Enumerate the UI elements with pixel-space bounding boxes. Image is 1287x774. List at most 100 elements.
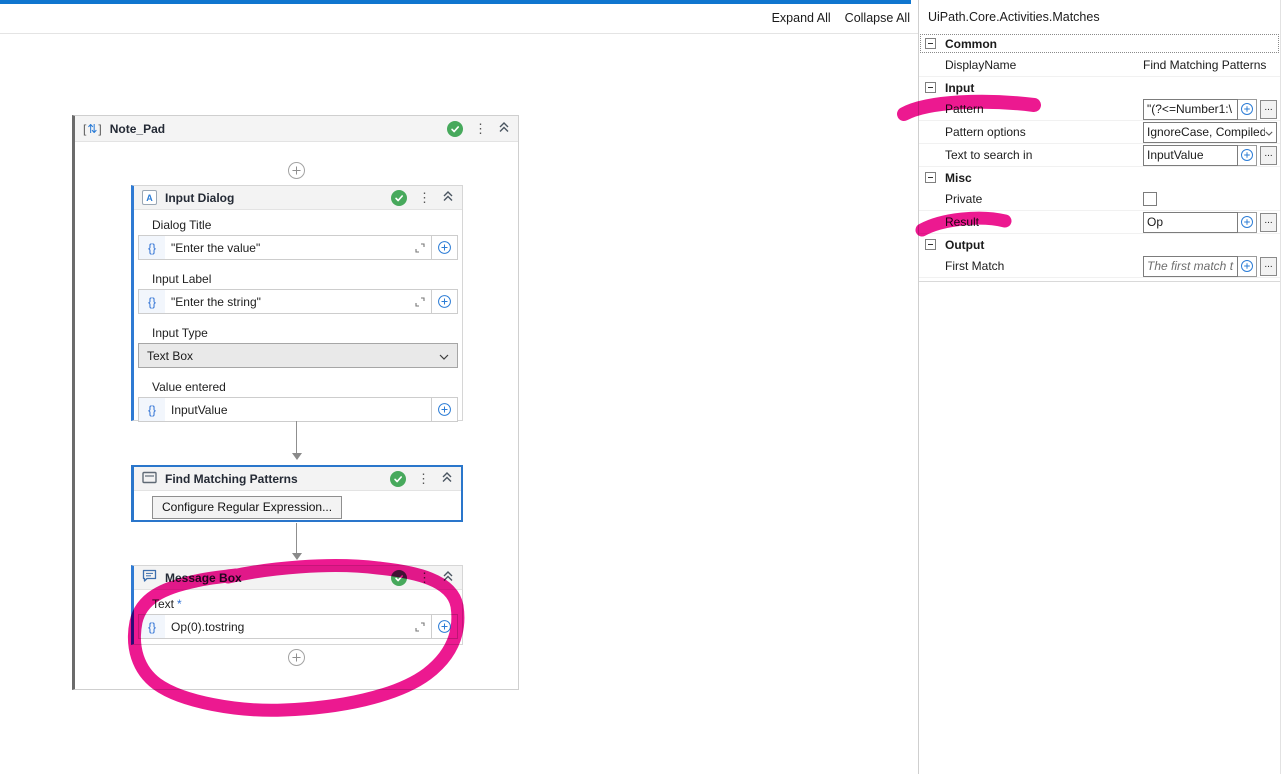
dialog-title-value[interactable]: "Enter the value" xyxy=(165,241,409,255)
expression-braces-icon: {} xyxy=(139,398,165,421)
input-type-dropdown[interactable]: Text Box xyxy=(138,343,458,368)
context-menu-icon[interactable]: ⋮ xyxy=(418,571,431,584)
properties-panel-title: UiPath.Core.Activities.Matches xyxy=(928,10,1100,24)
section-output[interactable]: Output xyxy=(919,234,1280,255)
properties-panel: UiPath.Core.Activities.Matches Common Di… xyxy=(919,0,1280,774)
activity-card-message-box[interactable]: Message Box ⋮ Text * {} Op(0).tostring xyxy=(131,565,463,645)
input-label-label: Input Label xyxy=(152,272,212,286)
open-expression-editor-icon[interactable] xyxy=(409,621,431,632)
matches-activity-icon xyxy=(142,471,157,487)
find-matching-title: Find Matching Patterns xyxy=(165,471,298,486)
collapse-section-icon[interactable] xyxy=(925,82,936,93)
row-private: Private xyxy=(919,188,1280,211)
result-input[interactable]: Op xyxy=(1143,211,1238,233)
first-match-plus-button[interactable] xyxy=(1238,255,1257,277)
panel-right-border xyxy=(1280,0,1281,774)
input-dialog-header[interactable]: A Input Dialog ⋮ xyxy=(134,186,462,210)
pattern-ellipsis-button[interactable]: ... xyxy=(1260,99,1277,119)
open-expression-editor-icon[interactable] xyxy=(409,242,431,253)
validation-check-icon xyxy=(391,189,407,206)
collapse-icon[interactable] xyxy=(441,471,453,486)
properties-bottom-divider xyxy=(919,281,1280,282)
first-match-label: First Match xyxy=(945,259,1005,273)
pattern-options-dropdown[interactable]: IgnoreCase, Compiled xyxy=(1143,121,1277,143)
value-entered-field[interactable]: {} InputValue xyxy=(138,397,458,422)
field-plus-button[interactable] xyxy=(431,615,457,638)
pattern-plus-button[interactable] xyxy=(1238,98,1257,120)
section-output-label: Output xyxy=(945,237,985,252)
value-entered-value[interactable]: InputValue xyxy=(165,403,431,417)
section-misc[interactable]: Misc xyxy=(919,167,1280,188)
collapse-all-button[interactable]: Collapse All xyxy=(845,11,910,25)
section-common[interactable]: Common xyxy=(919,33,1280,54)
flow-connector xyxy=(296,523,297,553)
row-display-name: DisplayName Find Matching Patterns xyxy=(919,54,1280,77)
row-pattern-options: Pattern options IgnoreCase, Compiled xyxy=(919,121,1280,144)
flow-connector xyxy=(296,421,297,453)
private-label: Private xyxy=(945,192,983,206)
pattern-label: Pattern xyxy=(945,102,984,116)
open-expression-editor-icon[interactable] xyxy=(409,296,431,307)
message-box-header[interactable]: Message Box ⋮ xyxy=(134,566,462,590)
activity-card-find-matching-patterns[interactable]: Find Matching Patterns ⋮ Configure Regul… xyxy=(131,465,463,522)
dialog-title-field[interactable]: {} "Enter the value" xyxy=(138,235,458,260)
text-label: Text * xyxy=(152,597,182,611)
result-ellipsis-button[interactable]: ... xyxy=(1260,212,1277,232)
flow-arrowhead xyxy=(292,453,302,460)
first-match-ellipsis-button[interactable]: ... xyxy=(1260,256,1277,276)
text-to-search-ellipsis-button[interactable]: ... xyxy=(1260,145,1277,165)
expression-braces-icon: {} xyxy=(139,236,165,259)
field-plus-button[interactable] xyxy=(431,398,457,421)
add-activity-button[interactable] xyxy=(288,162,305,179)
collapse-section-icon[interactable] xyxy=(925,38,936,49)
text-to-search-label: Text to search in xyxy=(945,148,1033,162)
row-pattern: Pattern "(?<=Number1:\ ... xyxy=(919,98,1280,121)
display-name-label: DisplayName xyxy=(945,58,1017,72)
sequence-header[interactable]: [⇅] Note_Pad ⋮ xyxy=(75,116,518,142)
message-box-title: Message Box xyxy=(165,570,242,585)
input-label-field[interactable]: {} "Enter the string" xyxy=(138,289,458,314)
validation-check-icon xyxy=(391,569,407,586)
input-type-value: Text Box xyxy=(147,348,194,363)
field-plus-button[interactable] xyxy=(431,290,457,313)
collapse-icon[interactable] xyxy=(442,570,454,585)
find-matching-header[interactable]: Find Matching Patterns ⋮ xyxy=(134,467,461,491)
pattern-input[interactable]: "(?<=Number1:\ xyxy=(1143,98,1238,120)
section-input-label: Input xyxy=(945,80,975,95)
message-text-value[interactable]: Op(0).tostring xyxy=(165,620,409,634)
collapse-icon[interactable] xyxy=(442,190,454,205)
sequence-icon: [⇅] xyxy=(83,121,102,136)
message-text-field[interactable]: {} Op(0).tostring xyxy=(138,614,458,639)
collapse-section-icon[interactable] xyxy=(925,239,936,250)
dialog-title-label: Dialog Title xyxy=(152,218,212,232)
result-label: Result xyxy=(945,215,980,229)
expand-all-button[interactable]: Expand All xyxy=(772,11,831,25)
context-menu-icon[interactable]: ⋮ xyxy=(418,191,431,204)
configure-regex-button[interactable]: Configure Regular Expression... xyxy=(152,496,343,519)
display-name-value[interactable]: Find Matching Patterns xyxy=(1143,58,1266,72)
text-to-search-input[interactable]: InputValue xyxy=(1143,144,1238,166)
input-dialog-icon: A xyxy=(142,190,157,205)
pattern-options-label: Pattern options xyxy=(945,125,1026,139)
field-plus-button[interactable] xyxy=(431,236,457,259)
validation-check-icon xyxy=(390,470,406,487)
input-type-label: Input Type xyxy=(152,326,208,340)
expression-braces-icon: {} xyxy=(139,290,165,313)
result-plus-button[interactable] xyxy=(1238,211,1257,233)
input-label-value[interactable]: "Enter the string" xyxy=(165,295,409,309)
context-menu-icon[interactable]: ⋮ xyxy=(474,122,487,135)
add-activity-button[interactable] xyxy=(288,649,305,666)
context-menu-icon[interactable]: ⋮ xyxy=(417,472,430,485)
section-input[interactable]: Input xyxy=(919,77,1280,98)
chevron-down-icon xyxy=(439,349,449,363)
activity-card-input-dialog[interactable]: A Input Dialog ⋮ Dialog Title {} "Enter … xyxy=(131,185,463,422)
required-asterisk: * xyxy=(177,597,182,611)
collapse-icon[interactable] xyxy=(498,121,510,136)
first-match-input[interactable]: The first match t xyxy=(1143,255,1238,277)
flow-arrowhead xyxy=(292,553,302,560)
collapse-section-icon[interactable] xyxy=(925,172,936,183)
private-checkbox[interactable] xyxy=(1143,192,1157,206)
validation-check-icon xyxy=(447,120,463,137)
message-box-icon xyxy=(142,569,157,586)
text-to-search-plus-button[interactable] xyxy=(1238,144,1257,166)
